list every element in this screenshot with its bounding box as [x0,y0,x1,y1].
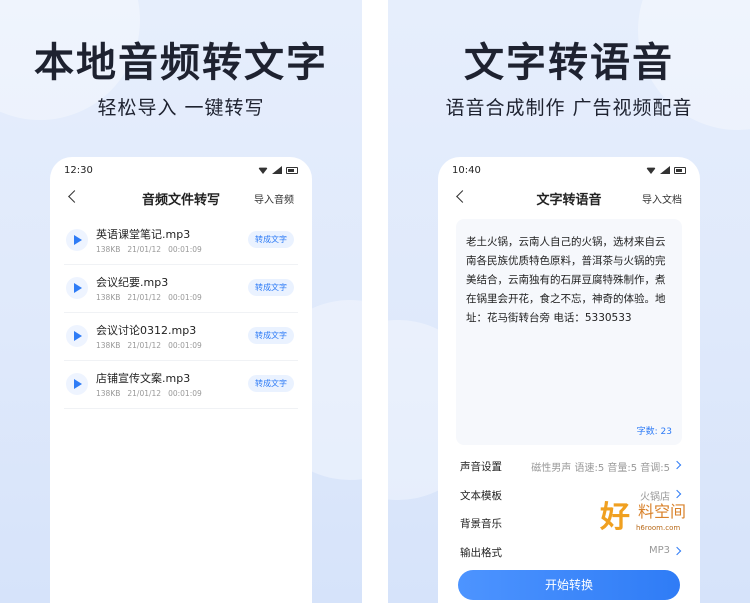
import-audio-button[interactable]: 导入音频 [254,191,294,206]
nav-bar: 文字转语音 导入文档 [438,187,700,211]
setting-value: MP3 [648,544,670,556]
list-item[interactable]: 会议纪要.mp3 138KB 21/01/12 00:01:09 转成文字 [64,265,298,313]
setting-label: 声音设置 [460,461,502,473]
signal-icon [272,166,282,174]
text-input-area[interactable]: 老土火锅，云南人自己的火锅，选材来自云南各民族优质特色原料，普洱茶与火锅的完美结… [456,219,682,445]
setting-label: 文本模板 [460,489,502,502]
setting-label: 背景音乐 [460,518,502,530]
list-item[interactable]: 英语课堂笔记.mp3 138KB 21/01/12 00:01:09 转成文字 [64,217,298,265]
file-size: 138KB [96,341,121,350]
battery-icon [286,166,298,174]
file-duration: 00:01:09 [168,341,202,350]
file-name: 会议纪要.mp3 [96,276,169,289]
file-date: 21/01/12 [127,245,162,254]
file-meta: 138KB 21/01/12 00:01:09 [96,341,209,350]
import-document-button[interactable]: 导入文档 [642,191,682,206]
file-duration: 00:01:09 [168,245,202,254]
file-duration: 00:01:09 [168,293,202,302]
watermark-url: h6room.com [636,524,681,532]
play-icon[interactable] [66,229,88,251]
start-convert-button[interactable]: 开始转换 [458,570,680,600]
watermark-text: 料空间 [638,502,687,521]
battery-icon [674,166,686,174]
play-icon[interactable] [66,325,88,347]
file-date: 21/01/12 [127,341,162,350]
convert-to-text-button[interactable]: 转成文字 [248,231,294,248]
file-name: 店铺宣传文案.mp3 [96,372,191,385]
list-item[interactable]: 店铺宣传文案.mp3 138KB 21/01/12 00:01:09 转成文字 [64,361,298,409]
status-bar: 10:40 [452,165,686,179]
promo-subline: 轻松导入 一键转写 [97,97,265,119]
file-name: 会议讨论0312.mp3 [96,324,197,337]
file-date: 21/01/12 [127,389,162,398]
watermark-logo: 好 料空间 h6room.com [600,492,730,542]
phone-mockup: 12:30 音频文件转写 导入音频 英语课堂笔记.mp3 138KB 21/01/… [50,157,312,603]
status-bar: 12:30 [64,165,298,179]
audio-file-list: 英语课堂笔记.mp3 138KB 21/01/12 00:01:09 转成文字 会议… [64,217,298,409]
chevron-right-icon [672,546,682,555]
file-size: 138KB [96,245,121,254]
text-content[interactable]: 老土火锅，云南人自己的火锅，选材来自云南各民族优质特色原料，普洱茶与火锅的完美结… [466,233,672,328]
list-item[interactable]: 会议讨论0312.mp3 138KB 21/01/12 00:01:09 转成文字 [64,313,298,361]
file-date: 21/01/12 [127,293,162,302]
file-meta: 138KB 21/01/12 00:01:09 [96,245,209,254]
setting-label: 输出格式 [460,546,502,559]
file-meta: 138KB 21/01/12 00:01:09 [96,389,209,398]
file-size: 138KB [96,293,121,302]
convert-to-text-button[interactable]: 转成文字 [248,279,294,296]
play-icon[interactable] [66,277,88,299]
nav-bar: 音频文件转写 导入音频 [50,187,312,211]
left-promo-panel: 本地音频转文字 轻松导入 一键转写 12:30 音频文件转写 导入音频 英语课堂… [0,0,362,603]
convert-to-text-button[interactable]: 转成文字 [248,375,294,392]
setting-voice[interactable]: 声音设置 磁性男声 语速:5 音量:5 音调:5 [460,455,682,484]
chevron-right-icon [672,460,682,470]
promo-headline: 文字转语音 [464,40,674,86]
setting-value: 磁性男声 语速:5 音量:5 音调:5 [531,463,670,474]
word-count: 字数: 23 [636,427,672,437]
signal-icon [660,166,670,174]
convert-to-text-button[interactable]: 转成文字 [248,327,294,344]
wifi-icon [258,167,268,174]
promo-headline: 本地音频转文字 [34,40,328,86]
wifi-icon [646,167,656,174]
file-size: 138KB [96,389,121,398]
file-name: 英语课堂笔记.mp3 [96,228,191,241]
setting-output-format[interactable]: 输出格式 MP3 [460,541,682,570]
status-time: 10:40 [452,165,481,176]
play-icon[interactable] [66,373,88,395]
file-duration: 00:01:09 [168,389,202,398]
file-meta: 138KB 21/01/12 00:01:09 [96,293,209,302]
status-time: 12:30 [64,165,93,176]
watermark-mark: 好 [600,500,630,535]
promo-subline: 语音合成制作 广告视频配音 [445,97,693,119]
